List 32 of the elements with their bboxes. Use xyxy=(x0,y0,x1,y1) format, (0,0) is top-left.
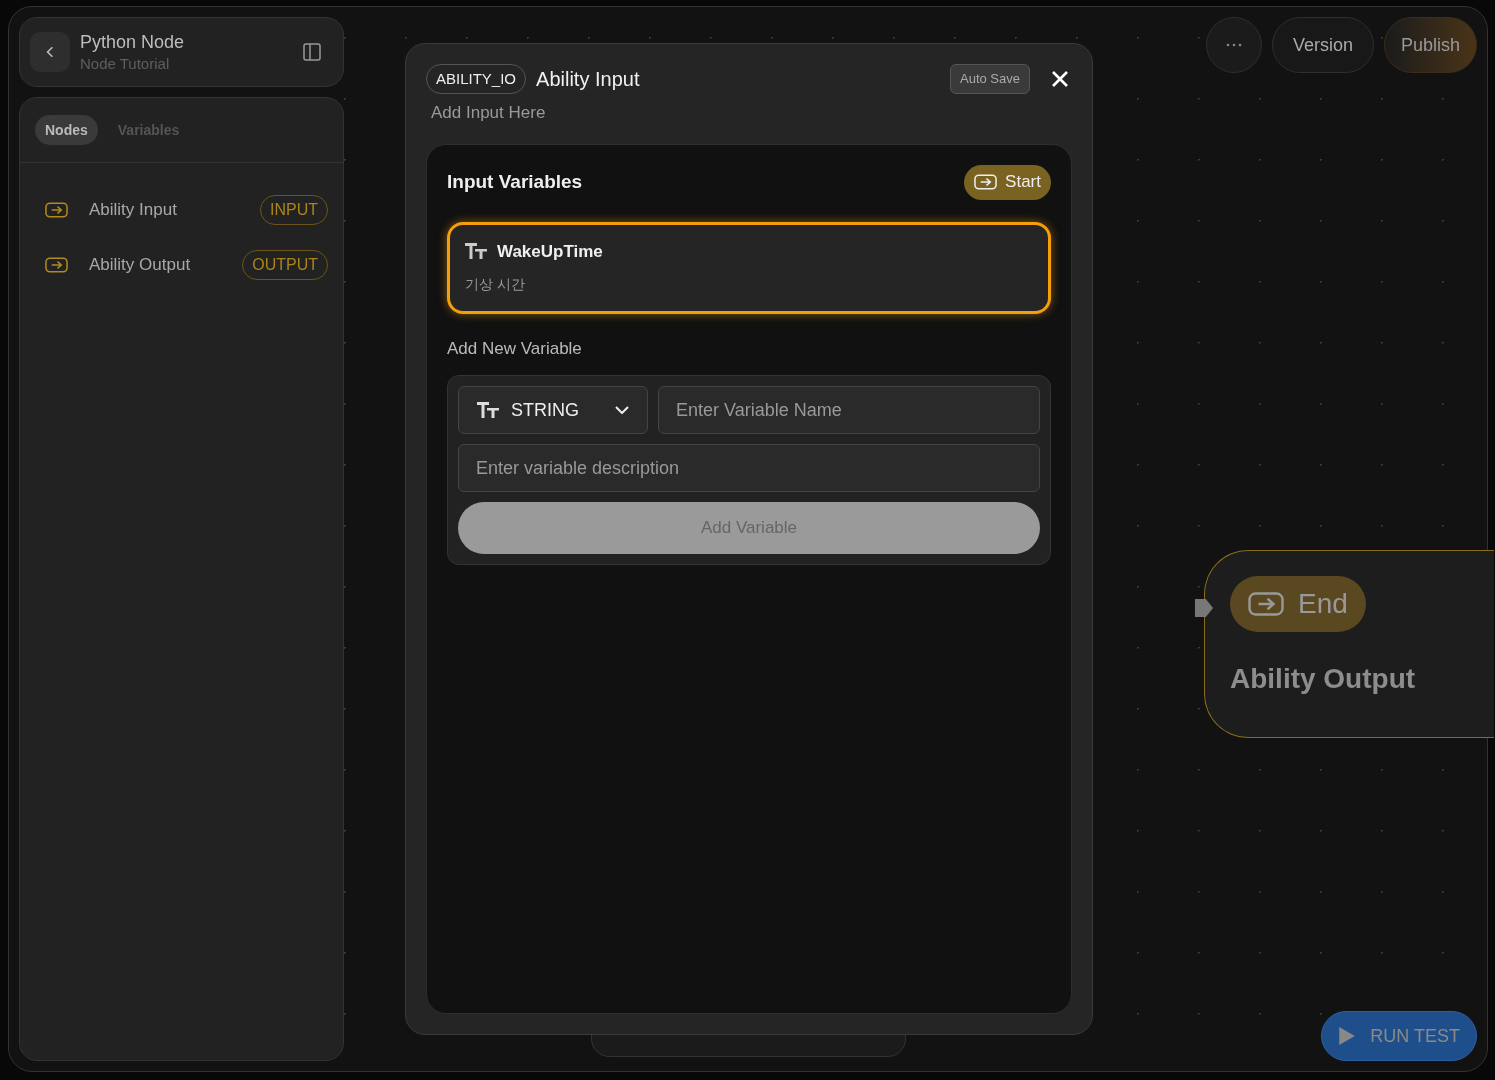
end-badge: End xyxy=(1230,576,1366,632)
auto-save-badge: Auto Save xyxy=(950,64,1030,94)
modal-title: Ability Input xyxy=(536,67,641,92)
add-variable-heading: Add New Variable xyxy=(447,337,583,360)
text-type-icon xyxy=(477,402,499,418)
input-port-icon xyxy=(1194,597,1214,619)
variable-description: 기상 시간 xyxy=(465,275,526,294)
header-action-button[interactable]: Publish xyxy=(1383,17,1477,73)
variable-description-input[interactable]: Enter variable description xyxy=(458,444,1040,492)
node-list-item[interactable]: Ability Output OUTPUT xyxy=(45,250,328,280)
variable-name: WakeUpTime xyxy=(497,240,603,263)
text-type-icon xyxy=(465,243,487,260)
type-select[interactable]: STRING xyxy=(458,386,648,434)
variable-name-input[interactable]: Enter Variable Name xyxy=(658,386,1040,434)
chevron-down-icon xyxy=(615,406,629,414)
back-icon xyxy=(46,45,54,59)
header-action-button[interactable]: Version xyxy=(1271,17,1374,73)
arrow-box-icon xyxy=(1248,591,1284,617)
more-icon xyxy=(1225,43,1242,47)
project-subtitle: Node Tutorial xyxy=(80,54,171,74)
node-list-item[interactable]: Ability Input INPUT xyxy=(45,195,328,225)
modal-subtitle: Add Input Here xyxy=(431,102,547,124)
close-icon xyxy=(1050,69,1070,89)
panel-toggle-icon[interactable] xyxy=(303,43,321,61)
section-title: Input Variables xyxy=(447,169,583,194)
end-node-title: Ability Output xyxy=(1230,662,1417,696)
start-badge: Start xyxy=(964,164,1051,200)
sidebar-tab[interactable]: Nodes xyxy=(35,115,98,145)
play-icon xyxy=(1338,1026,1357,1046)
variable-card[interactable]: WakeUpTime 기상 시간 xyxy=(447,221,1051,314)
arrow-box-icon xyxy=(974,174,998,190)
project-title: Python Node xyxy=(80,31,186,54)
